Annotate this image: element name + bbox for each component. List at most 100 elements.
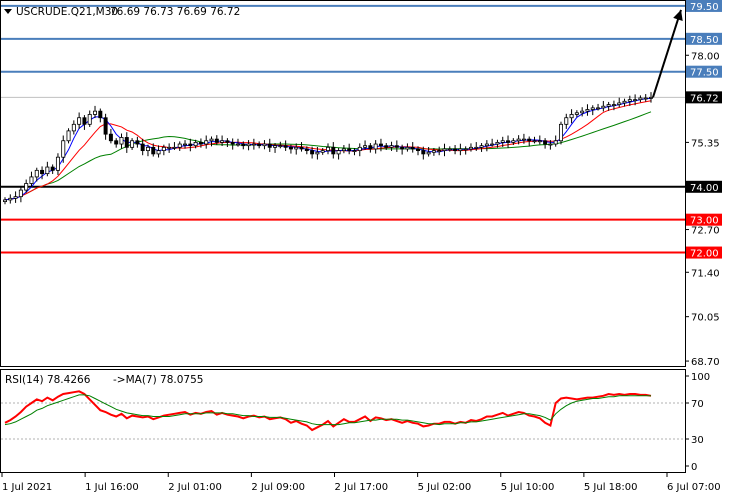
candle-body (416, 148, 421, 152)
candle-body (437, 150, 442, 153)
candle-body (633, 99, 638, 102)
candle-body (341, 148, 346, 152)
price-tag-label: 79.50 (690, 2, 719, 13)
price-tag-74.00: 74.00 (686, 180, 722, 194)
candle-body (373, 143, 378, 150)
candle-body (66, 130, 71, 142)
candle-body (431, 150, 436, 153)
candle-body (516, 138, 521, 142)
candle-body (638, 97, 643, 101)
candle-body (8, 197, 13, 201)
candle-body (400, 146, 405, 150)
time-tick-label: 6 Jul 07:00 (667, 482, 721, 493)
candle-body (378, 143, 383, 147)
candle-body (606, 104, 611, 107)
candle-body (119, 137, 124, 145)
candle-body (310, 150, 315, 155)
time-tick-label: 2 Jul 17:00 (335, 482, 389, 493)
candle-body (45, 166, 50, 175)
trading-chart[interactable]: USCRUDE.Q21,M30 76.69 76.73 76.69 76.72 … (0, 0, 730, 503)
candle-body (315, 151, 320, 155)
rsi-tick-label: 0 (691, 462, 697, 473)
candle-body (596, 107, 601, 110)
price-tag-79.50: 79.50 (686, 0, 722, 13)
candle-body (204, 140, 209, 145)
rsi-tick-label: 30 (691, 435, 704, 446)
candle-body (193, 141, 198, 147)
candle-body (235, 143, 240, 146)
price-tick-label: 75.35 (691, 138, 720, 149)
candle-body (649, 96, 653, 99)
price-tick-label: 70.05 (691, 313, 720, 324)
time-tick-label: 5 Jul 02:00 (418, 482, 472, 493)
time-tick-label: 5 Jul 10:00 (501, 482, 555, 493)
candle-body (468, 146, 473, 150)
candle-body (3, 199, 7, 202)
candle-body (490, 143, 495, 146)
candle-body (93, 110, 98, 115)
candle-body (18, 189, 23, 198)
price-tag-label: 72.00 (690, 249, 719, 260)
candle-body (29, 176, 34, 184)
candle-body (389, 145, 394, 148)
candle-body (601, 105, 606, 109)
candle-body (172, 146, 177, 149)
candle-body (611, 104, 616, 106)
candle-body (320, 150, 325, 153)
candle-body (294, 146, 299, 150)
candle-body (368, 145, 373, 150)
price-panel[interactable] (0, 0, 686, 367)
rsi-tick-label: 100 (691, 372, 710, 383)
time-tick-label: 2 Jul 09:00 (251, 482, 305, 493)
price-tick-label: 71.40 (691, 268, 720, 279)
candle-body (627, 99, 632, 102)
candle-body (580, 110, 585, 114)
ohlc-text: 76.69 76.73 76.69 76.72 (110, 6, 240, 18)
time-tick-label: 5 Jul 18:00 (584, 482, 638, 493)
candle-body (511, 140, 516, 143)
candle-body (188, 143, 193, 147)
candle-body (479, 145, 484, 148)
price-tag-77.50: 77.50 (686, 65, 722, 79)
candle-body (267, 143, 272, 148)
symbol-text: USCRUDE.Q21,M30 (16, 6, 118, 18)
price-tag-label: 77.50 (690, 68, 719, 79)
price-tag-72.00: 72.00 (686, 246, 722, 260)
candle-body (336, 150, 341, 155)
candle-body (558, 123, 563, 142)
candle-body (585, 109, 590, 112)
candle-body (183, 143, 188, 146)
rsi-ma-text: ->MA(7) 78.0755 (113, 374, 203, 386)
price-tick-label: 68.70 (691, 357, 720, 368)
candle-body (500, 140, 505, 143)
candle-body (421, 150, 426, 155)
candle-body (532, 140, 537, 143)
candle-body (246, 143, 251, 147)
candle (66, 128, 71, 144)
candle-body (384, 145, 389, 148)
candle-body (278, 145, 283, 148)
candle-body (521, 138, 526, 141)
candle-body (288, 146, 293, 150)
candle-body (410, 146, 415, 150)
candle-body (548, 143, 553, 146)
time-tick-label: 1 Jul 2021 (2, 482, 52, 493)
candle-body (71, 123, 76, 132)
candle-body (251, 143, 256, 146)
price-header: USCRUDE.Q21,M30 76.69 76.73 76.69 76.72 (4, 6, 240, 18)
candle-body (198, 141, 203, 145)
candle-body (495, 141, 500, 145)
candle-body (617, 102, 622, 105)
candle-body (13, 196, 18, 199)
candle-body (643, 97, 648, 100)
candle-body (299, 146, 304, 150)
candle-body (447, 148, 452, 151)
rsi-panel[interactable] (0, 369, 686, 473)
price-tick-label: 78.00 (691, 51, 720, 62)
candle-body (61, 140, 66, 158)
candle-body (484, 143, 489, 147)
time-tick-label: 2 Jul 01:00 (168, 482, 222, 493)
time-tick-label: 1 Jul 16:00 (85, 482, 139, 493)
candle-body (405, 146, 410, 150)
candle-body (241, 143, 246, 147)
